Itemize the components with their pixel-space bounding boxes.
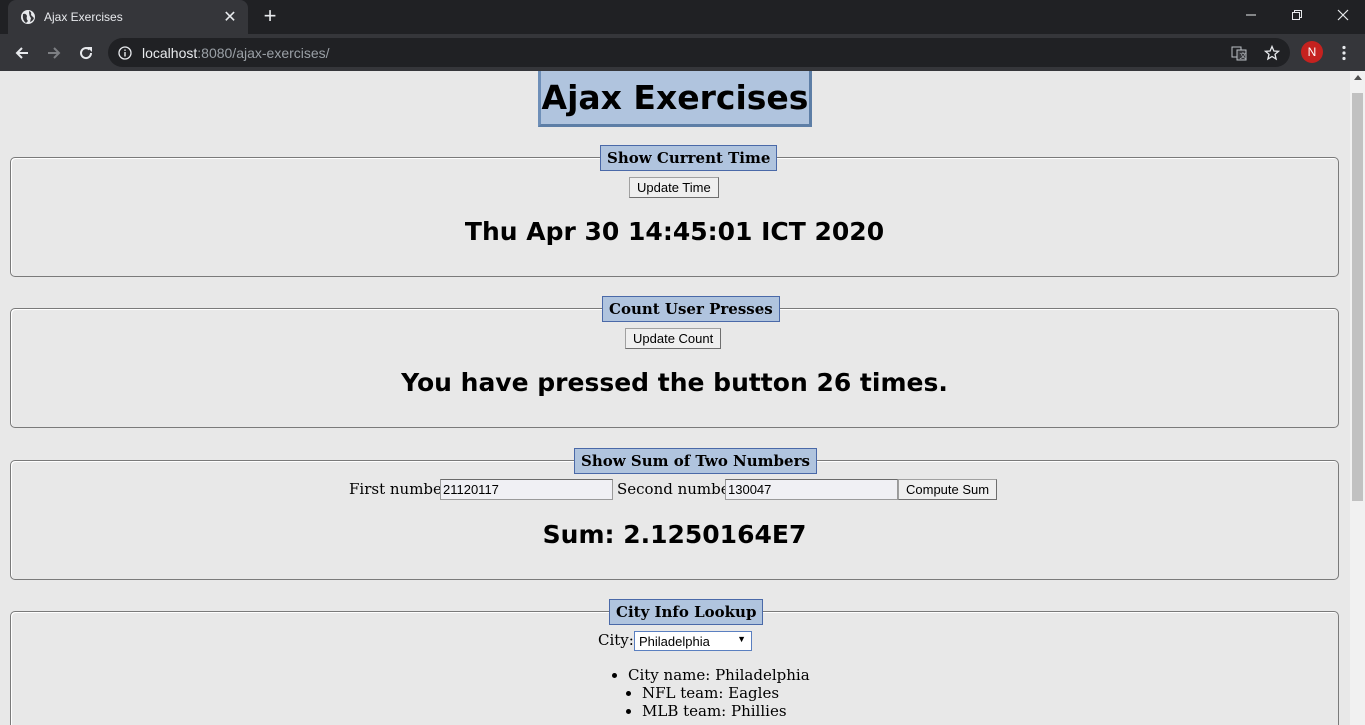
browser-tab[interactable]: Ajax Exercises ✕ [8, 0, 248, 34]
url-host: localhost [142, 44, 198, 61]
avatar[interactable]: N [1301, 41, 1323, 63]
close-tab-icon[interactable]: ✕ [222, 7, 238, 27]
press-count-result: You have pressed the button 26 times. [401, 368, 948, 397]
list-item: MLB team: Phillies [642, 702, 810, 720]
address-bar[interactable]: localhost:8080/ajax-exercises/ [108, 38, 1290, 67]
sum-section-legend: Show Sum of Two Numbers [574, 448, 817, 474]
back-arrow-icon[interactable] [9, 40, 35, 66]
time-section-legend: Show Current Time [600, 145, 778, 171]
minimize-icon[interactable] [1228, 0, 1274, 30]
page-scrollbar[interactable] [1350, 71, 1365, 725]
update-count-button[interactable]: Update Count [625, 328, 722, 349]
second-number-label: Second number: [617, 480, 742, 498]
compute-sum-button[interactable]: Compute Sum [898, 479, 998, 500]
menu-kebab-icon[interactable] [1331, 40, 1357, 66]
current-time-result: Thu Apr 30 14:45:01 ICT 2020 [464, 217, 885, 246]
tab-title: Ajax Exercises [44, 10, 123, 24]
sum-section: Show Sum of Two Numbers First number: 21… [10, 448, 1339, 580]
city-select[interactable]: Philadelphia ▼ [634, 631, 752, 651]
svg-text:文: 文 [1240, 51, 1247, 60]
update-time-button[interactable]: Update Time [629, 177, 719, 198]
second-number-input[interactable]: 130047 [725, 479, 898, 500]
info-icon[interactable] [118, 45, 132, 60]
list-item: NFL team: Eagles [642, 684, 810, 702]
first-number-input[interactable]: 21120117 [440, 479, 613, 500]
count-section-legend: Count User Presses [602, 296, 780, 322]
scroll-up-arrow-icon[interactable] [1354, 75, 1362, 80]
city-select-value: Philadelphia [639, 633, 710, 649]
first-number-label: First number: [349, 480, 455, 498]
list-item: City name: Philadelphia [628, 666, 810, 684]
browser-toolbar: localhost:8080/ajax-exercises/ 文 N [0, 34, 1365, 71]
forward-arrow-icon[interactable] [41, 40, 67, 66]
count-section: Count User Presses Update Count You have… [10, 296, 1339, 428]
dropdown-arrow-icon: ▼ [737, 634, 746, 644]
city-info-list: City name: Philadelphia NFL team: Eagles… [628, 666, 810, 720]
city-label: City: [598, 631, 634, 649]
close-window-icon[interactable] [1320, 0, 1365, 30]
browser-titlebar: Ajax Exercises ✕ + [0, 0, 1365, 34]
city-section: City Info Lookup City: Philadelphia ▼ Ci… [10, 599, 1339, 725]
scrollbar-thumb[interactable] [1352, 93, 1363, 501]
city-section-legend: City Info Lookup [609, 599, 764, 625]
new-tab-icon[interactable]: + [258, 5, 282, 29]
page-title: Ajax Exercises [538, 71, 812, 127]
globe-icon [21, 10, 35, 24]
translate-icon[interactable]: 文 [1226, 40, 1252, 66]
page-viewport: Ajax Exercises Show Current Time Update … [0, 71, 1350, 725]
url-path: :8080/ajax-exercises/ [197, 44, 330, 61]
restore-icon[interactable] [1274, 0, 1320, 30]
sum-result: Sum: 2.1250164E7 [542, 520, 807, 549]
reload-icon[interactable] [73, 40, 99, 66]
bookmark-star-icon[interactable] [1259, 40, 1285, 66]
time-section: Show Current Time Update Time Thu Apr 30… [10, 145, 1339, 277]
